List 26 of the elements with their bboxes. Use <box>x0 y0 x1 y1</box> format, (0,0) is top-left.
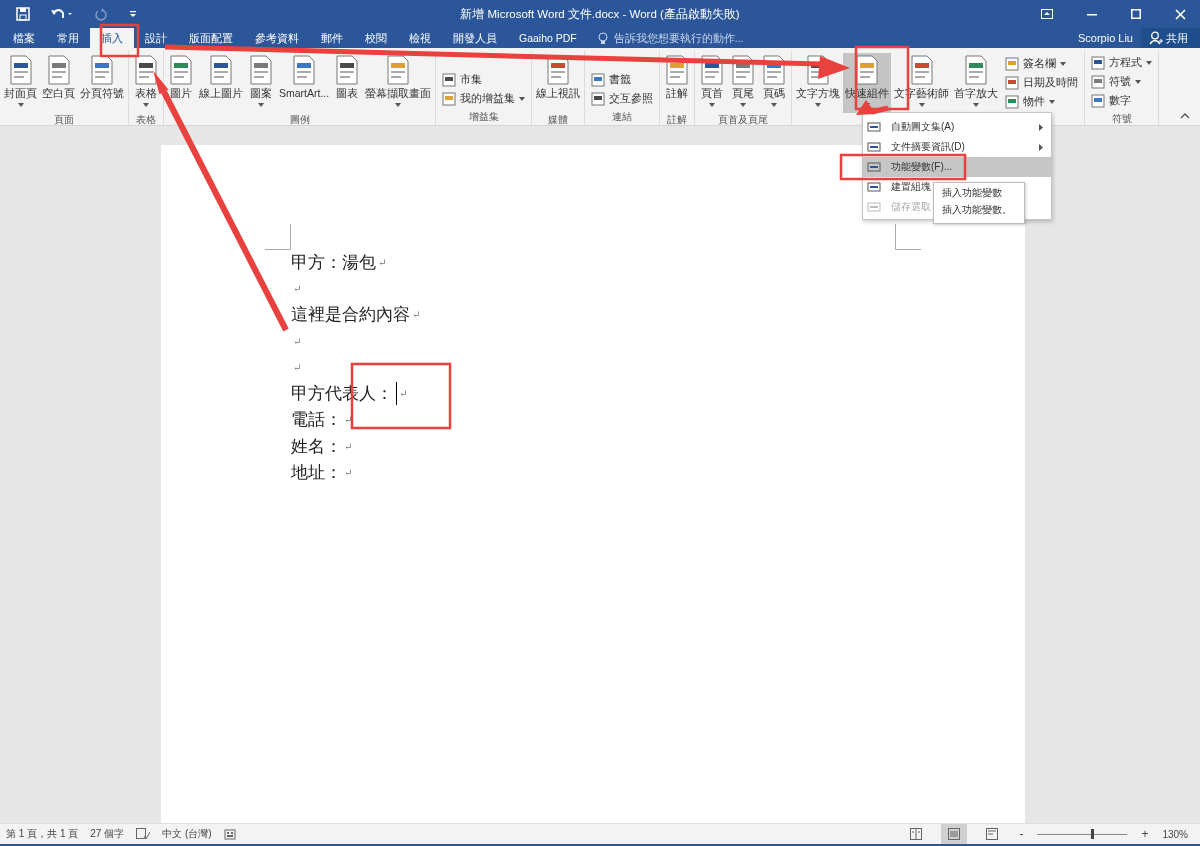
paragraph-mark: ↵ <box>293 361 302 373</box>
document-text: 這裡是合約內容 <box>291 303 410 327</box>
tooltip-text: 插入功能變數。 <box>942 203 1013 217</box>
paragraph-mark: ↵ <box>344 440 353 452</box>
paragraph-mark: ↵ <box>412 309 421 321</box>
group-label: 連結 <box>611 110 634 124</box>
group-label: 媒體 <box>547 113 570 127</box>
paragraph-mark: ↵ <box>344 467 353 478</box>
document-text: 姓名： <box>291 434 342 458</box>
group-label: 圖例 <box>288 113 311 127</box>
paragraph-mark: ↵ <box>378 256 387 268</box>
window-title: 新增 Microsoft Word 文件.docx - Word (產品啟動失敗) <box>460 6 740 22</box>
tooltip-title: 插入功能變數 <box>942 186 1003 200</box>
document-text: 地址： <box>291 461 342 484</box>
group-label: 註解 <box>666 113 689 127</box>
group-label: 符號 <box>1110 112 1133 126</box>
group-label: 頁面 <box>53 113 75 127</box>
paragraph-mark: ↵ <box>293 282 302 294</box>
document-text: 甲方：湯包 <box>291 250 376 274</box>
paragraph-mark: ↵ <box>293 335 302 347</box>
document-text: 電話： <box>291 408 342 432</box>
group-label: 表格 <box>135 113 157 127</box>
group-label: 增益集 <box>467 110 500 124</box>
group-label: 頁首及頁尾 <box>717 113 770 127</box>
paragraph-mark: ↵ <box>344 414 353 426</box>
paragraph-mark: ↵ <box>399 388 408 400</box>
